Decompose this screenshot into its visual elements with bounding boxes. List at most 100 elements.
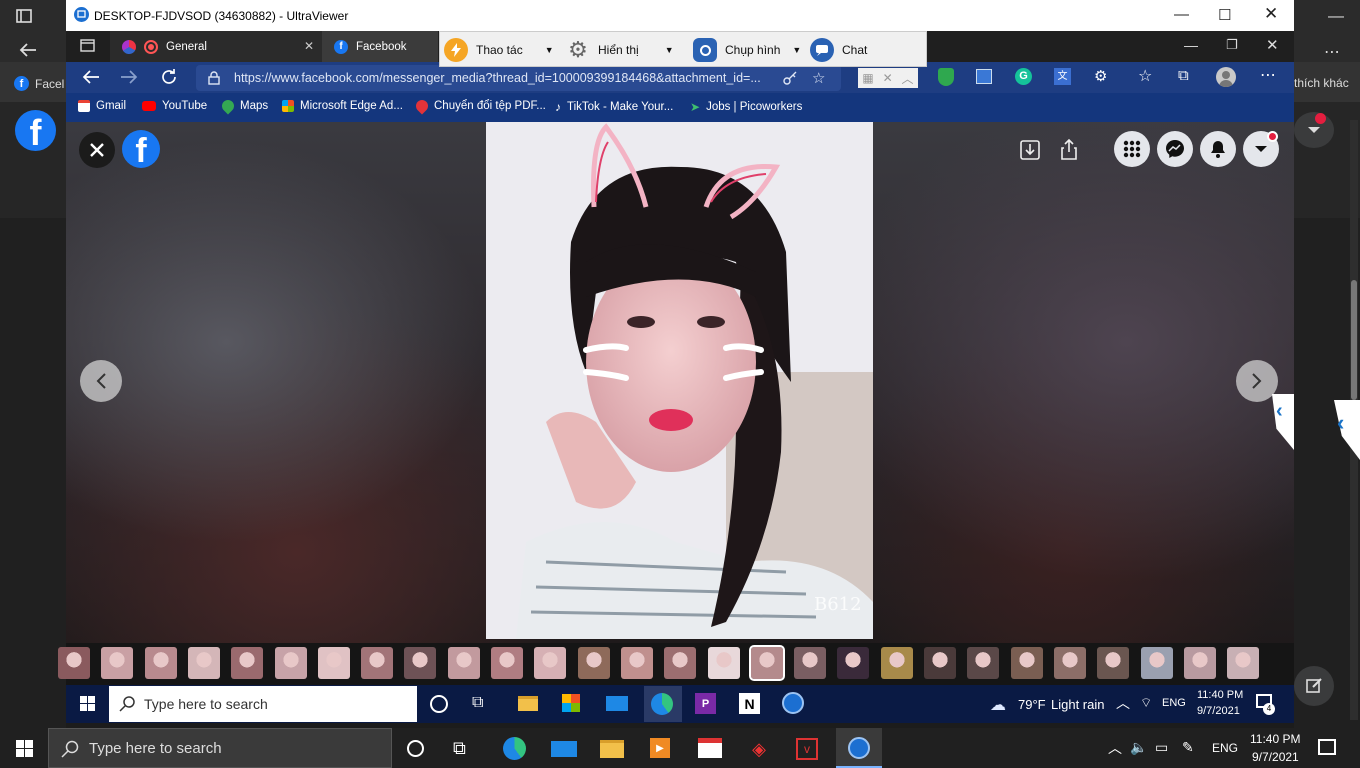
- task-view-icon[interactable]: ⧉: [472, 694, 483, 712]
- host-side-chevron-icon[interactable]: ‹: [1337, 410, 1344, 436]
- tray-chevron-icon[interactable]: ︿: [1116, 693, 1130, 713]
- bookmark-picoworkers[interactable]: ➤ Jobs | Picoworkers: [690, 100, 802, 114]
- garena-icon[interactable]: ◈: [748, 738, 770, 760]
- foxit-icon[interactable]: v: [796, 738, 818, 760]
- bookmark-tiktok[interactable]: ♪ TikTok - Make Your...: [555, 100, 673, 114]
- bookmark-pdf-convert[interactable]: Chuyển đổi tệp PDF...: [413, 97, 546, 115]
- thumbnail-item[interactable]: [1227, 647, 1260, 679]
- ultraviewer-title-bar[interactable]: DESKTOP-FJDVSOD (34630882) - UltraViewer…: [66, 0, 1294, 31]
- next-photo-button[interactable]: [1236, 360, 1278, 402]
- bookmark-youtube[interactable]: YouTube: [142, 100, 207, 112]
- thumbnail-item[interactable]: [447, 647, 480, 679]
- selfie-photo[interactable]: B612: [486, 122, 873, 639]
- thumbnail-item[interactable]: [577, 647, 610, 679]
- bookmark-gmail[interactable]: Gmail: [78, 100, 126, 112]
- host-minimize-icon[interactable]: —: [1328, 8, 1344, 26]
- host-facebook-logo-icon[interactable]: f: [15, 110, 56, 151]
- thumbnail-item[interactable]: [967, 647, 1000, 679]
- thumbnail-item[interactable]: [274, 647, 307, 679]
- close-small-icon[interactable]: ✕: [883, 71, 893, 85]
- thumbnail-item[interactable]: [317, 647, 350, 679]
- ultraviewer-taskbar-icon[interactable]: [782, 692, 804, 714]
- host-account-menu-icon[interactable]: [1294, 112, 1334, 148]
- wifi-icon[interactable]: ⌔: [1140, 695, 1152, 711]
- file-explorer-icon[interactable]: [600, 740, 624, 758]
- thumbnail-item[interactable]: [748, 645, 785, 681]
- task-view-icon[interactable]: ⧉: [453, 738, 466, 759]
- shield-extension-icon[interactable]: [938, 68, 954, 86]
- cortana-icon[interactable]: [407, 740, 424, 757]
- share-icon[interactable]: [1061, 138, 1077, 160]
- thumbnail-item[interactable]: [837, 647, 870, 679]
- thumbnail-item[interactable]: [1183, 647, 1216, 679]
- extensions-puzzle-icon[interactable]: ⚙: [1094, 67, 1107, 85]
- tab-facebook[interactable]: f Facebook: [322, 31, 438, 62]
- menu-grid-icon[interactable]: [1114, 131, 1150, 167]
- thumbnail-item[interactable]: [1053, 647, 1086, 679]
- edge-close-button[interactable]: ✕: [1266, 36, 1279, 54]
- side-panel-chevron-icon[interactable]: ‹: [1276, 400, 1283, 423]
- thumbnail-item[interactable]: [404, 647, 437, 679]
- notifications-bell-icon[interactable]: [1200, 131, 1236, 167]
- language-indicator[interactable]: ENG: [1162, 697, 1186, 709]
- lock-icon[interactable]: [208, 71, 220, 85]
- thumbnail-item[interactable]: [880, 647, 913, 679]
- tab-close-icon[interactable]: ✕: [304, 39, 314, 53]
- edge-restore-button[interactable]: ❐: [1226, 37, 1238, 53]
- thumbnail-item[interactable]: [1140, 647, 1173, 679]
- thumbnail-item[interactable]: [187, 647, 220, 679]
- url-field[interactable]: https://www.facebook.com/messenger_media…: [196, 65, 841, 91]
- thumbnail-item[interactable]: [144, 647, 177, 679]
- weather-desc[interactable]: Light rain: [1051, 697, 1104, 712]
- actions-menu[interactable]: Thao tác ▼: [444, 36, 554, 64]
- pdf-app-icon[interactable]: P: [695, 693, 716, 714]
- favorites-icon[interactable]: ☆: [1138, 66, 1152, 86]
- ultraviewer-close-button[interactable]: ✕: [1264, 4, 1278, 24]
- key-icon[interactable]: [782, 70, 798, 86]
- screen-extension-icon[interactable]: [976, 69, 992, 84]
- facebook-logo-icon[interactable]: f: [122, 130, 160, 168]
- volume-icon[interactable]: 🔈: [1130, 739, 1147, 756]
- host-tab-actions-icon[interactable]: [16, 9, 32, 23]
- thumbnail-item[interactable]: [794, 647, 827, 679]
- translate-icon[interactable]: 文: [1054, 68, 1071, 85]
- bookmark-maps[interactable]: Maps: [219, 97, 268, 115]
- remote-start-icon[interactable]: [80, 696, 95, 711]
- thumbnail-item[interactable]: [58, 647, 90, 679]
- tab-general[interactable]: General ✕: [110, 31, 322, 62]
- thumbnail-item[interactable]: [101, 647, 134, 679]
- mail-icon[interactable]: [551, 741, 577, 757]
- cortana-icon[interactable]: [430, 695, 448, 713]
- notion-icon[interactable]: N: [739, 693, 760, 714]
- display-menu[interactable]: ⚙ Hiển thị ▼: [566, 36, 673, 64]
- host-more-icon[interactable]: ⋯: [1324, 42, 1340, 62]
- host-back-icon[interactable]: [18, 42, 38, 58]
- previous-photo-button[interactable]: [80, 360, 122, 402]
- thumbnail-item[interactable]: [1097, 647, 1130, 679]
- host-right-tab-fragment[interactable]: thích khác: [1294, 76, 1349, 90]
- file-explorer-icon[interactable]: [518, 696, 538, 711]
- download-icon[interactable]: [1020, 140, 1040, 160]
- edge-icon[interactable]: [651, 693, 673, 715]
- search-box[interactable]: Type here to search: [48, 728, 392, 768]
- close-viewer-button[interactable]: [79, 132, 115, 168]
- clock-time[interactable]: 11:40 PM: [1250, 732, 1300, 746]
- refresh-icon[interactable]: [160, 68, 178, 86]
- notifications-icon[interactable]: [1318, 739, 1336, 755]
- weather-temp[interactable]: 79°F: [1018, 697, 1046, 712]
- favorite-star-icon[interactable]: ☆: [812, 69, 825, 87]
- store-icon[interactable]: [562, 694, 580, 712]
- grammarly-icon[interactable]: G: [1015, 68, 1032, 85]
- thumbnail-item[interactable]: [231, 647, 264, 679]
- profile-avatar[interactable]: [1216, 67, 1236, 87]
- thumbnail-item[interactable]: [1010, 647, 1043, 679]
- messenger-icon[interactable]: [1157, 131, 1193, 167]
- thumbnail-item[interactable]: [491, 647, 523, 679]
- thumbnail-item[interactable]: [924, 647, 956, 679]
- thumbnail-item[interactable]: [361, 647, 394, 679]
- mail-icon[interactable]: [606, 696, 628, 711]
- forward-icon[interactable]: [120, 69, 138, 85]
- clock-date[interactable]: 9/7/2021: [1252, 750, 1299, 764]
- thumbnail-item[interactable]: [534, 647, 567, 679]
- thumbnail-item[interactable]: [620, 647, 653, 679]
